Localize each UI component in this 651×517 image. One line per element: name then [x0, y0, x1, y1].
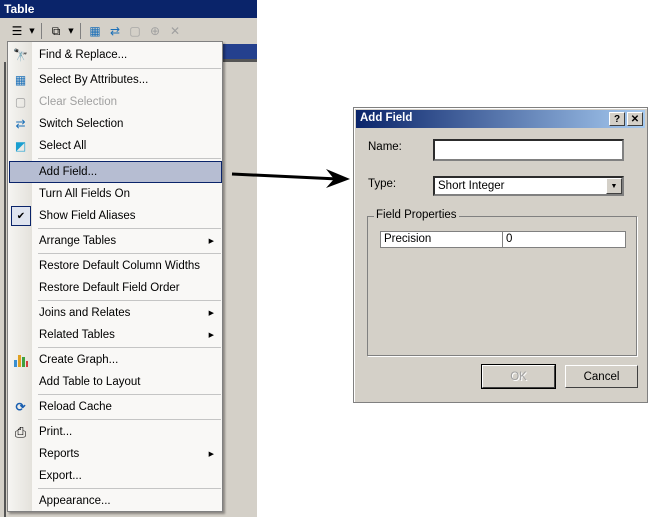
submenu-arrow-icon: ▶: [208, 310, 214, 317]
ok-button[interactable]: OK: [481, 364, 556, 389]
menu-item-label: Turn All Fields On: [39, 188, 130, 200]
clear-selection-icon[interactable]: ▢: [126, 22, 144, 40]
submenu-arrow-icon: ▶: [208, 332, 214, 339]
menu-item-label: Switch Selection: [39, 118, 124, 130]
dialog-title-bar: Add Field ? ✕: [356, 110, 645, 128]
menu-item-reload-cache[interactable]: ⟳ Reload Cache: [9, 396, 222, 418]
checkmark-icon: ✔: [11, 206, 31, 226]
menu-item-switch-selection[interactable]: ⇄ Switch Selection: [9, 113, 222, 135]
menu-item-label: Add Field...: [39, 166, 98, 178]
menu-item-restore-column-widths[interactable]: Restore Default Column Widths: [9, 255, 222, 277]
related-tables-dropdown-icon[interactable]: ▼: [67, 22, 75, 40]
printer-icon: ⎙: [14, 423, 27, 440]
menu-item-label: Appearance...: [39, 495, 111, 507]
menu-item-appearance[interactable]: Appearance...: [9, 490, 222, 512]
field-properties-group: Field Properties Precision 0: [367, 209, 637, 356]
type-select[interactable]: Short Integer ▼: [433, 176, 624, 196]
toolbar-separator: [41, 23, 42, 39]
precision-value-field[interactable]: 0: [503, 232, 625, 247]
toolbar-separator: [80, 23, 81, 39]
submenu-arrow-icon: ▶: [208, 238, 214, 245]
menu-item-print[interactable]: ⎙ Print...: [9, 421, 222, 443]
menu-item-label: Find & Replace...: [39, 49, 128, 61]
delete-selected-icon[interactable]: ✕: [166, 22, 184, 40]
menu-separator: [38, 300, 221, 301]
menu-item-label: Select All: [39, 140, 87, 152]
menu-item-label: Related Tables: [39, 329, 115, 341]
table-options-menu: 🔭 Find & Replace... ▦ Select By Attribut…: [7, 41, 223, 512]
menu-item-label: Reload Cache: [39, 401, 112, 413]
menu-item-find-replace[interactable]: 🔭 Find & Replace...: [9, 44, 222, 66]
menu-item-label: Add Table to Layout: [39, 376, 141, 388]
menu-item-label: Export...: [39, 470, 82, 482]
switch-selection-icon: ⇄: [15, 117, 26, 131]
help-button[interactable]: ?: [609, 112, 625, 126]
switch-selection-icon[interactable]: ⇄: [106, 22, 124, 40]
type-selected-value: Short Integer: [438, 180, 505, 192]
zoom-to-selected-icon[interactable]: ⊕: [146, 22, 164, 40]
property-name: Precision: [381, 232, 503, 247]
menu-item-turn-all-fields-on[interactable]: Turn All Fields On: [9, 183, 222, 205]
dialog-title: Add Field: [360, 112, 413, 124]
menu-item-label: Select By Attributes...: [39, 74, 149, 86]
menu-item-label: Restore Default Field Order: [39, 282, 180, 294]
pointer-arrow-icon: [231, 169, 350, 188]
add-field-dialog: Add Field ? ✕ Name: Type: Short Integer …: [353, 107, 648, 403]
menu-separator: [38, 394, 221, 395]
close-button[interactable]: ✕: [627, 112, 643, 126]
menu-item-clear-selection[interactable]: ▢ Clear Selection: [9, 91, 222, 113]
menu-item-label: Joins and Relates: [39, 307, 131, 319]
menu-separator: [38, 419, 221, 420]
menu-separator: [38, 228, 221, 229]
property-row: Precision 0: [380, 231, 626, 248]
menu-item-arrange-tables[interactable]: Arrange Tables ▶: [9, 230, 222, 252]
chevron-down-icon[interactable]: ▼: [606, 178, 622, 194]
menu-separator: [38, 347, 221, 348]
menu-item-joins-and-relates[interactable]: Joins and Relates ▶: [9, 302, 222, 324]
menu-item-add-table-to-layout[interactable]: Add Table to Layout: [9, 371, 222, 393]
menu-item-create-graph[interactable]: Create Graph...: [9, 349, 222, 371]
table-window-title: Table: [0, 0, 257, 18]
menu-item-label: Clear Selection: [39, 96, 117, 108]
menu-item-add-field[interactable]: Add Field...: [9, 161, 222, 183]
cancel-button[interactable]: Cancel: [565, 365, 638, 388]
menu-item-related-tables[interactable]: Related Tables ▶: [9, 324, 222, 346]
menu-item-show-field-aliases[interactable]: ✔ Show Field Aliases: [9, 205, 222, 227]
menu-item-label: Show Field Aliases: [39, 210, 136, 222]
binoculars-icon: 🔭: [13, 48, 28, 62]
submenu-arrow-icon: ▶: [208, 451, 214, 458]
name-field[interactable]: [433, 139, 624, 161]
name-label: Name:: [368, 141, 402, 153]
refresh-icon: ⟳: [15, 400, 26, 414]
related-tables-icon[interactable]: ⧉: [47, 22, 65, 40]
table-toolbar: ☰ ▼ ⧉ ▼ ▦ ⇄ ▢ ⊕ ✕: [0, 19, 257, 43]
menu-item-label: Arrange Tables: [39, 235, 117, 247]
menu-separator: [38, 158, 221, 159]
menu-item-label: Print...: [39, 426, 73, 438]
clear-selection-icon: ▢: [14, 95, 27, 109]
menu-item-export[interactable]: Export...: [9, 465, 222, 487]
type-label: Type:: [368, 178, 397, 190]
table-options-icon[interactable]: ☰: [8, 22, 26, 40]
menu-separator: [38, 253, 221, 254]
select-by-attributes-icon: ▦: [14, 73, 27, 87]
menu-item-restore-field-order[interactable]: Restore Default Field Order: [9, 277, 222, 299]
menu-item-label: Reports: [39, 448, 80, 460]
menu-item-label: Restore Default Column Widths: [39, 260, 201, 272]
select-all-icon: ◩: [14, 139, 27, 153]
menu-item-reports[interactable]: Reports ▶: [9, 443, 222, 465]
menu-separator: [38, 488, 221, 489]
menu-item-select-by-attributes[interactable]: ▦ Select By Attributes...: [9, 69, 222, 91]
menu-item-label: Create Graph...: [39, 354, 119, 366]
menu-item-select-all[interactable]: ◩ Select All: [9, 135, 222, 157]
select-by-attributes-icon[interactable]: ▦: [86, 22, 104, 40]
field-properties-label: Field Properties: [374, 209, 459, 221]
bar-graph-icon: [12, 352, 29, 368]
table-options-dropdown-icon[interactable]: ▼: [28, 22, 36, 40]
